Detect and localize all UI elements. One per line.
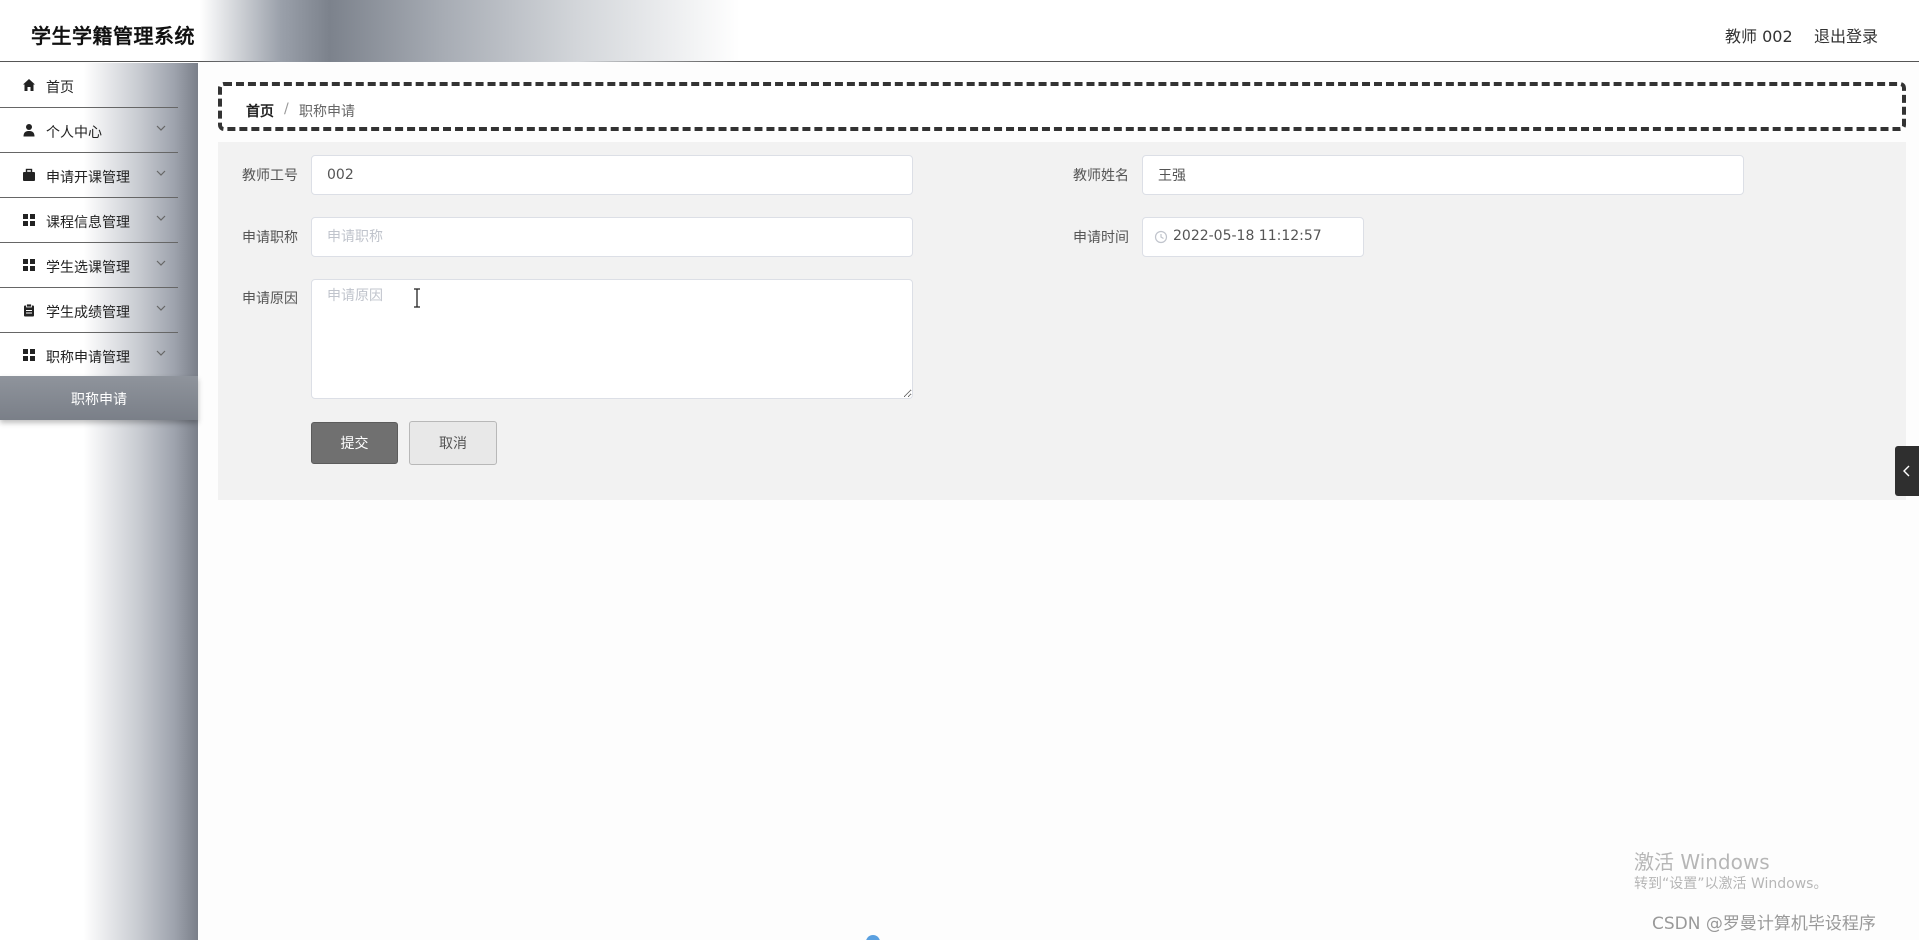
sidebar-item-home[interactable]: 首页	[0, 63, 178, 108]
sidebar-item-course-selection[interactable]: 学生选课管理	[0, 243, 178, 288]
home-icon	[23, 79, 35, 91]
chevron-down-icon	[156, 350, 166, 356]
sidebar: 首页 个人中心 申请开课管理 课程信息管理 学生选课管理 学生成绩管理 职称申请…	[0, 63, 198, 940]
grid-icon	[23, 214, 35, 226]
teacher-name-label: 教师姓名	[1073, 168, 1129, 184]
app-title: 学生学籍管理系统	[31, 24, 195, 48]
clipboard-icon	[24, 303, 34, 317]
sidebar-item-personal-center[interactable]: 个人中心	[0, 108, 178, 153]
sidebar-item-label: 个人中心	[46, 125, 102, 141]
clock-icon	[1154, 230, 1168, 244]
top-header: 学生学籍管理系统 教师 002 退出登录	[0, 0, 1919, 62]
bottom-indicator	[866, 935, 880, 940]
date-value: 2022-05-18 11:12:57	[1173, 228, 1322, 244]
form-panel: 教师工号 教师姓名 申请职称 申请时间 2022-05-18 11:12:57 …	[218, 142, 1906, 500]
chevron-down-icon	[156, 305, 166, 311]
chevron-down-icon	[156, 215, 166, 221]
title-label: 申请职称	[242, 230, 298, 246]
chevron-down-icon	[156, 260, 166, 266]
breadcrumb-separator: /	[284, 101, 289, 117]
sidebar-item-label: 职称申请管理	[46, 350, 130, 366]
text-cursor-icon	[414, 288, 420, 308]
sidebar-item-grades[interactable]: 学生成绩管理	[0, 288, 178, 333]
sidebar-item-label: 申请开课管理	[46, 170, 130, 186]
sidebar-item-course-application[interactable]: 申请开课管理	[0, 153, 178, 198]
sidebar-item-label: 学生选课管理	[46, 260, 130, 276]
sidebar-item-course-info[interactable]: 课程信息管理	[0, 198, 178, 243]
chevron-down-icon	[156, 125, 166, 131]
current-user: 教师 002	[1725, 27, 1793, 46]
sidebar-subitem-label: 职称申请	[71, 392, 127, 408]
user-icon	[23, 124, 35, 137]
date-picker[interactable]: 2022-05-18 11:12:57	[1142, 217, 1364, 257]
teacher-id-label: 教师工号	[242, 168, 298, 184]
sidebar-item-label: 首页	[46, 80, 74, 96]
grid-icon	[23, 259, 35, 271]
windows-activation-subtitle: 转到“设置”以激活 Windows。	[1634, 876, 1828, 892]
breadcrumb-home[interactable]: 首页	[246, 101, 274, 121]
sidebar-subitem-title-application[interactable]: 职称申请	[0, 376, 198, 420]
chevron-down-icon	[156, 170, 166, 176]
breadcrumb: 首页 / 职称申请	[218, 82, 1906, 131]
time-label: 申请时间	[1073, 230, 1129, 246]
teacher-id-input[interactable]	[311, 155, 913, 195]
header-gradient	[200, 0, 740, 62]
submit-button[interactable]: 提交	[311, 422, 398, 464]
chevron-left-icon	[1903, 465, 1910, 477]
collapse-tab[interactable]	[1895, 446, 1919, 496]
teacher-name-input[interactable]	[1142, 155, 1744, 195]
breadcrumb-current: 职称申请	[299, 104, 355, 120]
briefcase-icon	[23, 168, 35, 181]
reason-textarea[interactable]	[311, 279, 913, 399]
sidebar-item-label: 学生成绩管理	[46, 305, 130, 321]
csdn-watermark: CSDN @罗曼计算机毕设程序	[1652, 914, 1876, 934]
logout-link[interactable]: 退出登录	[1814, 23, 1878, 47]
grid-icon	[23, 349, 35, 361]
sidebar-item-label: 课程信息管理	[46, 215, 130, 231]
windows-activation-title: 激活 Windows	[1634, 850, 1770, 874]
cancel-button[interactable]: 取消	[409, 421, 497, 465]
sidebar-item-title-application[interactable]: 职称申请管理	[0, 333, 178, 378]
title-input[interactable]	[311, 217, 913, 257]
reason-label: 申请原因	[242, 291, 298, 307]
